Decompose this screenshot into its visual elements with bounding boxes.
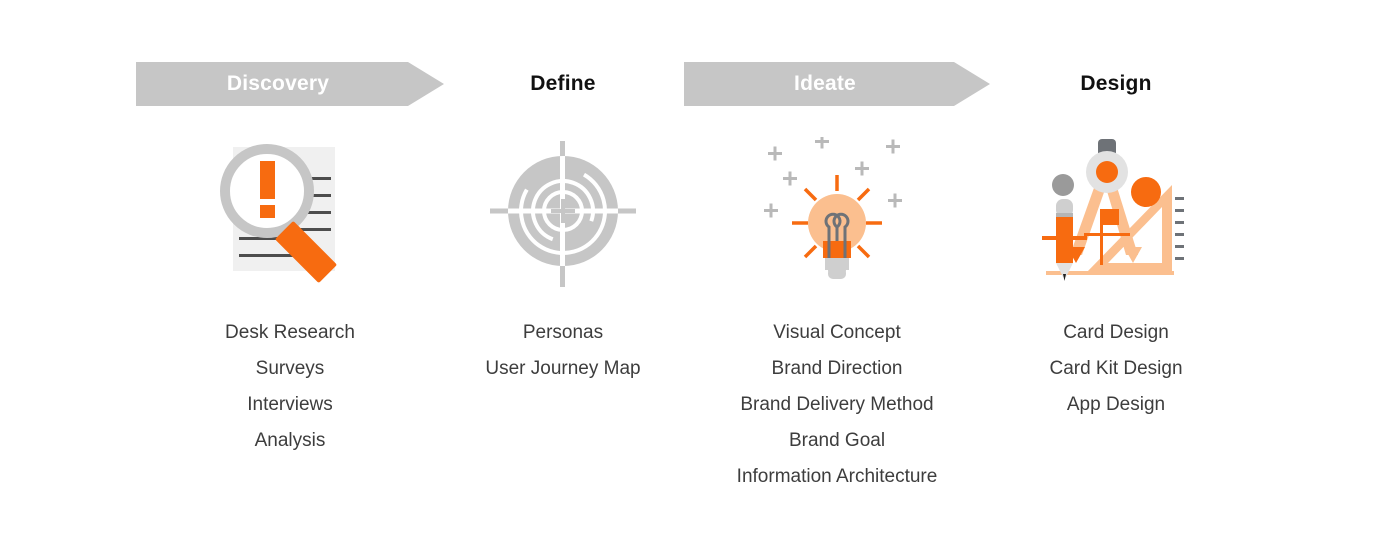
phase-column-ideate: Ideate Visual Concept Brand Direction Br… (684, 0, 990, 548)
list-item: User Journey Map (485, 358, 641, 379)
lightbulb-icon (763, 136, 902, 279)
phase-column-design: Design Card Design Card Kit Design App D… (1010, 0, 1222, 548)
phase-title-ideate: Ideate (794, 72, 856, 95)
phase-icon-discovery (136, 139, 444, 289)
target-crosshair-icon (490, 141, 636, 287)
list-item: Desk Research (225, 322, 355, 343)
phase-column-discovery: Discovery Desk Research Surveys Intervie… (136, 0, 444, 548)
phase-icon-design (1010, 138, 1222, 289)
list-item: Brand Delivery Method (740, 394, 934, 415)
list-item: App Design (1066, 394, 1166, 415)
list-item: Information Architecture (736, 466, 938, 487)
pencil (1041, 198, 1087, 281)
magnifier-document-icon (220, 144, 337, 283)
phase-header-define: Define (463, 62, 663, 106)
list-item: Personas (522, 322, 604, 343)
list-item: Visual Concept (773, 322, 901, 343)
phase-title-discovery: Discovery (226, 72, 330, 95)
item-list-ideate: Visual Concept Brand Direction Brand Del… (684, 315, 990, 495)
phase-title-design: Design (1080, 72, 1152, 95)
phase-header-discovery: Discovery (136, 62, 444, 106)
item-list-define: Personas User Journey Map (463, 315, 663, 387)
phase-icon-define (463, 139, 663, 289)
list-item: Surveys (255, 358, 325, 379)
list-item: Analysis (254, 430, 326, 451)
bulb-band (822, 240, 851, 258)
orange-dot (1130, 176, 1161, 207)
pencil-crossbar (1041, 235, 1087, 240)
phase-icon-ideate (684, 136, 990, 289)
phase-header-ideate: Ideate (684, 62, 990, 106)
ruler-ticks (1174, 196, 1184, 260)
design-process-diagram: Discovery Desk Research Surveys Intervie… (0, 0, 1400, 548)
phase-column-define: Define Personas User Journey Map (463, 0, 663, 548)
item-list-discovery: Desk Research Surveys Interviews Analysi… (136, 315, 444, 459)
gray-dot (1051, 173, 1074, 196)
item-list-design: Card Design Card Kit Design App Design (1010, 315, 1222, 423)
list-item: Card Design (1063, 322, 1169, 343)
list-item: Brand Direction (771, 358, 903, 379)
compass-ruler-pencil-icon (1041, 138, 1184, 281)
list-item: Interviews (247, 394, 333, 415)
phase-title-define: Define (530, 72, 596, 95)
phase-header-design: Design (1010, 62, 1222, 106)
list-item: Brand Goal (788, 430, 886, 451)
list-item: Card Kit Design (1049, 358, 1183, 379)
